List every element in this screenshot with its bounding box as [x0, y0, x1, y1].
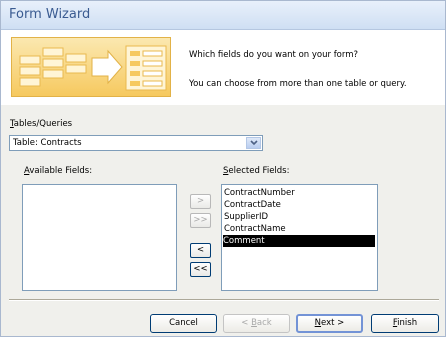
window-title: Form Wizard	[9, 7, 91, 22]
available-fields-label-text: vailable Fields:	[29, 166, 93, 176]
remove-all-fields-button[interactable]: <<	[190, 262, 211, 277]
form-wizard-window: Form Wizard Which fields do you want on …	[0, 0, 446, 337]
title-bar[interactable]: Form Wizard	[1, 1, 445, 30]
wizard-hint: You can choose from more than one table …	[189, 79, 407, 89]
selected-fields-label-text: elected Fields:	[228, 166, 290, 176]
list-item[interactable]: ContractDate	[224, 199, 281, 211]
back-button[interactable]: < Back	[223, 314, 290, 333]
tables-queries-label: Tables/Queries	[10, 119, 72, 129]
next-button[interactable]: Next >	[296, 314, 363, 333]
tables-queries-selected: Table: Contracts	[13, 138, 82, 148]
wizard-illustration-icon	[11, 37, 171, 97]
footer-divider	[9, 299, 439, 301]
wizard-question: Which fields do you want on your form?	[189, 50, 359, 60]
selected-fields-list[interactable]: ContractNumber ContractDate SupplierID C…	[221, 184, 378, 291]
list-item[interactable]: ContractNumber	[224, 187, 295, 199]
available-fields-label: Available Fields:	[24, 166, 92, 176]
remove-field-button[interactable]: <	[190, 243, 211, 258]
next-button-label: ext >	[321, 318, 345, 328]
wizard-banner: Which fields do you want on your form? Y…	[1, 30, 445, 105]
list-item[interactable]: SupplierID	[224, 211, 268, 223]
available-fields-list[interactable]	[22, 184, 177, 291]
back-button-prefix: <	[241, 318, 252, 328]
add-all-fields-button[interactable]: >>	[190, 213, 211, 228]
chevron-down-icon	[250, 140, 258, 146]
combobox-dropdown-button[interactable]	[246, 137, 261, 149]
tables-queries-combobox[interactable]: Table: Contracts	[9, 135, 263, 151]
wizard-illustration-graphic	[19, 45, 167, 91]
back-button-label: ack	[256, 318, 272, 328]
list-item[interactable]: ContractName	[224, 223, 286, 235]
selected-fields-label: Selected Fields:	[223, 166, 289, 176]
cancel-button[interactable]: Cancel	[150, 314, 217, 333]
finish-button[interactable]: Finish	[371, 314, 439, 333]
add-field-button[interactable]: >	[190, 194, 211, 209]
finish-button-label: inish	[397, 318, 418, 328]
list-item-selected[interactable]: Comment	[223, 235, 375, 247]
tables-queries-label-text: ables/Queries	[13, 119, 73, 129]
